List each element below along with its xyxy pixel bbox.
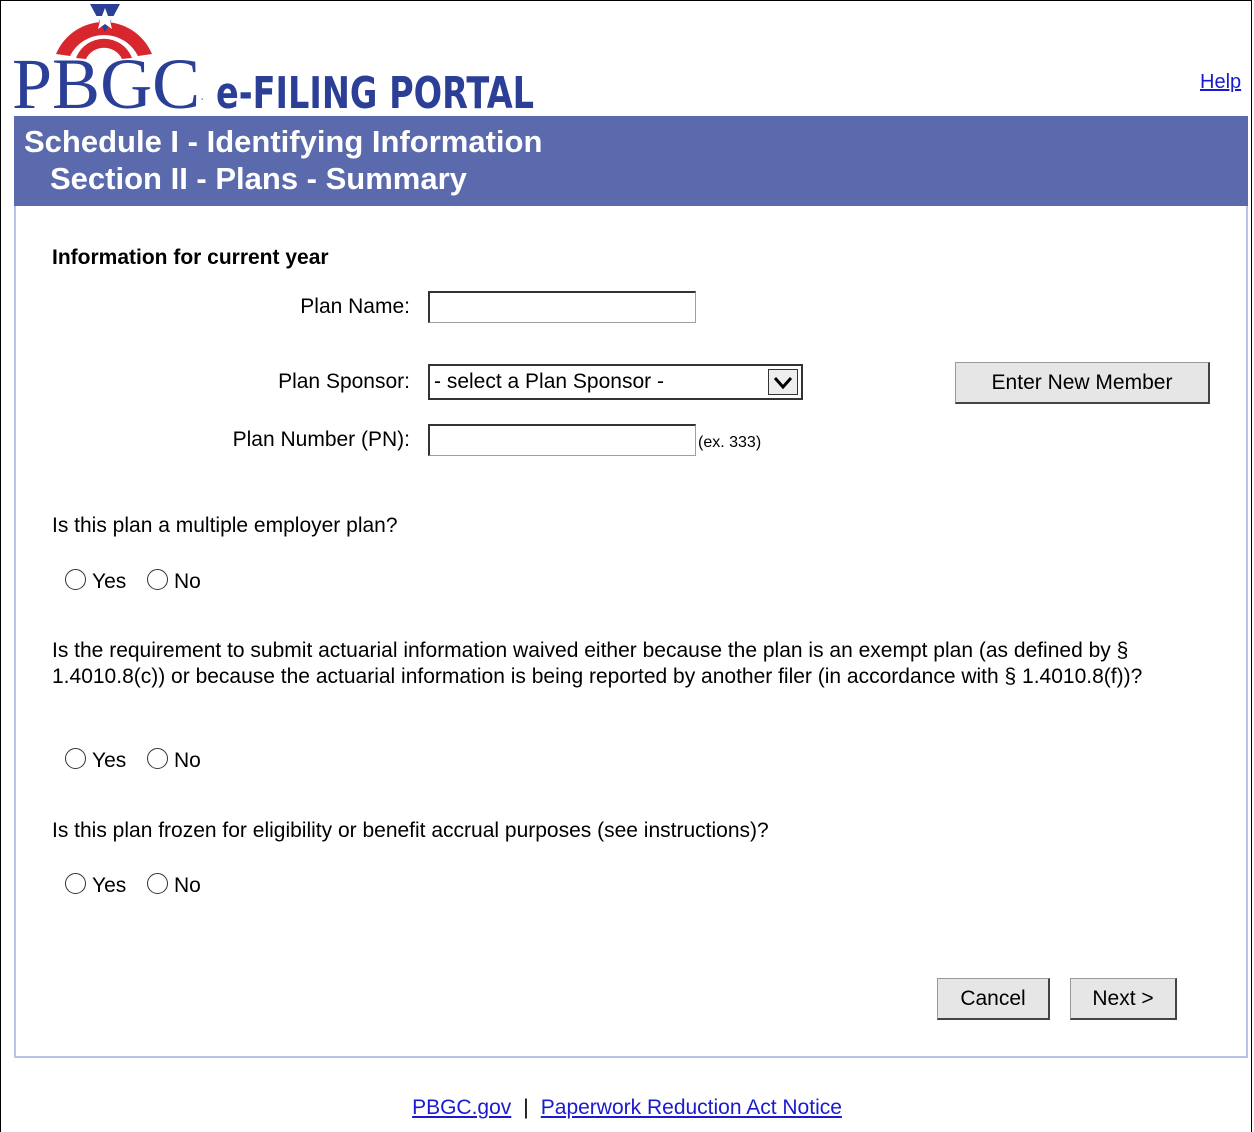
plan-number-input[interactable] <box>428 424 696 456</box>
next-button[interactable]: Next > <box>1070 978 1177 1020</box>
plan-frozen-no-radio[interactable] <box>147 873 168 894</box>
pbgc-gov-link[interactable]: PBGC.gov <box>412 1096 511 1119</box>
chevron-down-icon[interactable] <box>768 369 798 395</box>
actuarial-waived-yes-label: Yes <box>92 749 127 772</box>
footer-separator: | <box>523 1096 529 1119</box>
actuarial-waived-no-label: No <box>174 749 201 772</box>
help-link[interactable]: Help <box>1200 71 1241 94</box>
enter-new-member-button[interactable]: Enter New Member <box>955 362 1210 404</box>
page-subtitle: Section II - Plans - Summary <box>50 161 467 196</box>
plan-frozen-yes-radio[interactable] <box>65 873 86 894</box>
section-heading: Information for current year <box>52 246 329 269</box>
actuarial-waived-yes-radio[interactable] <box>65 748 86 769</box>
form-panel <box>14 206 1248 1058</box>
multiple-employer-yes-label: Yes <box>92 570 127 593</box>
paperwork-reduction-link[interactable]: Paperwork Reduction Act Notice <box>541 1096 842 1119</box>
footer: PBGC.gov | Paperwork Reduction Act Notice <box>0 1096 1254 1120</box>
plan-name-input[interactable] <box>428 291 696 323</box>
svg-text:·: · <box>200 92 204 108</box>
plan-sponsor-select[interactable]: - select a Plan Sponsor - <box>428 364 803 400</box>
svg-text:PBGC: PBGC <box>12 44 200 116</box>
question-actuarial-waived: Is the requirement to submit actuarial i… <box>52 639 1143 688</box>
multiple-employer-no-label: No <box>174 570 201 593</box>
svg-text:e-FILING PORTAL: e-FILING PORTAL <box>216 68 534 116</box>
question-plan-frozen: Is this plan frozen for eligibility or b… <box>52 819 769 842</box>
page-title: Schedule I - Identifying Information <box>24 124 543 159</box>
question-multiple-employer: Is this plan a multiple employer plan? <box>52 514 398 537</box>
plan-sponsor-selected-value: - select a Plan Sponsor - <box>434 370 664 393</box>
page-banner: Schedule I - Identifying Information Sec… <box>14 116 1248 206</box>
multiple-employer-no-radio[interactable] <box>147 569 168 590</box>
plan-frozen-no-label: No <box>174 874 201 897</box>
pbgc-logo: PBGC · e-FILING PORTAL <box>12 4 542 124</box>
pbgc-emblem-icon: PBGC · e-FILING PORTAL <box>12 4 534 124</box>
multiple-employer-yes-radio[interactable] <box>65 569 86 590</box>
cancel-button[interactable]: Cancel <box>937 978 1050 1020</box>
plan-number-label: Plan Number (PN): <box>232 428 410 451</box>
plan-number-hint: (ex. 333) <box>698 434 762 451</box>
plan-frozen-yes-label: Yes <box>92 874 127 897</box>
actuarial-waived-no-radio[interactable] <box>147 748 168 769</box>
plan-sponsor-label: Plan Sponsor: <box>278 370 410 393</box>
plan-name-label: Plan Name: <box>300 295 410 318</box>
